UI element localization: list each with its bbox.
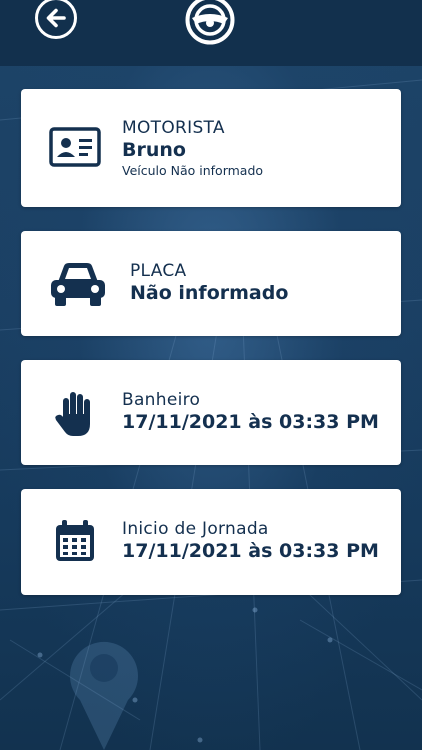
id-card-icon <box>49 127 101 167</box>
hand-icon <box>55 392 90 436</box>
driver-card[interactable]: MOTORISTA Bruno Veículo Não informado <box>21 89 401 207</box>
car-icon <box>51 263 105 306</box>
top-bar <box>0 0 422 66</box>
vehicle-info: Veículo Não informado <box>122 163 264 178</box>
journey-start-datetime: 17/11/2021 às 03:33 PM <box>122 540 379 562</box>
back-button[interactable] <box>34 0 78 40</box>
plate-label: PLACA <box>130 261 187 281</box>
bathroom-datetime: 17/11/2021 às 03:33 PM <box>122 411 379 433</box>
bathroom-card[interactable]: Banheiro 17/11/2021 às 03:33 PM <box>21 360 401 465</box>
journey-start-label: Inicio de Jornada <box>122 519 269 539</box>
driver-name: Bruno <box>122 139 186 161</box>
driver-label: MOTORISTA <box>122 118 225 138</box>
plate-value: Não informado <box>130 282 289 304</box>
arrow-left-circle-icon <box>35 0 77 39</box>
calendar-icon <box>56 520 94 561</box>
journey-start-card[interactable]: Inicio de Jornada 17/11/2021 às 03:33 PM <box>21 489 401 595</box>
steering-wheel-icon <box>185 0 235 45</box>
bathroom-label: Banheiro <box>122 390 201 410</box>
steering-wheel-button[interactable] <box>184 0 236 46</box>
plate-card[interactable]: PLACA Não informado <box>21 231 401 336</box>
